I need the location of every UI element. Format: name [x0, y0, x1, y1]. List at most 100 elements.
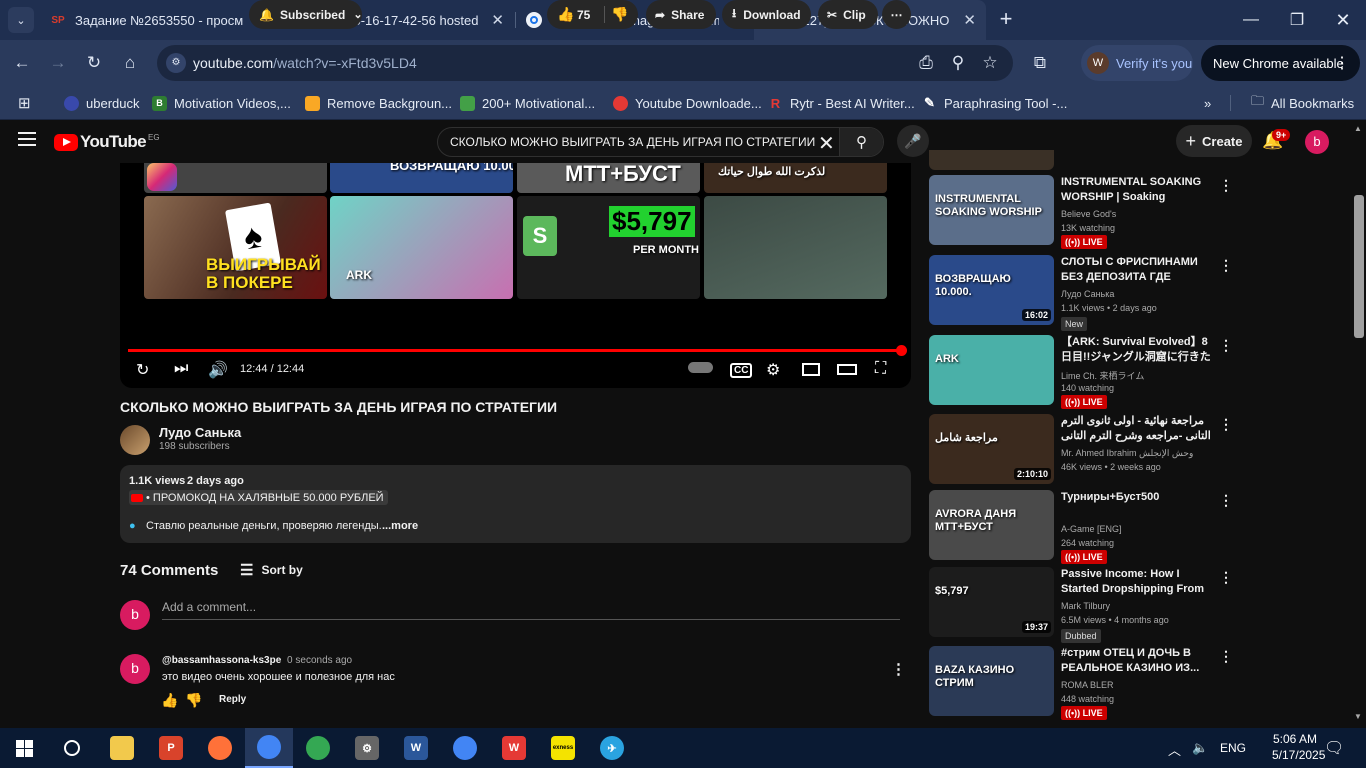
bookmark-youtube-downloader[interactable]: Youtube Downloade... — [613, 92, 762, 114]
endscreen-thumb[interactable]: لذكرت الله طوال حياتك — [704, 163, 887, 193]
channel-name[interactable]: Лудо Санька — [159, 425, 241, 440]
recommended-video[interactable]: INSTRUMENTAL SOAKING WORSHIP INSTRUMENTAL… — [929, 175, 1233, 249]
voice-search-button[interactable]: 🎤 — [897, 125, 929, 157]
more-actions-button[interactable]: ⋯ — [882, 0, 911, 29]
progress-bar[interactable] — [128, 349, 902, 352]
clock[interactable]: 5:06 AM 5/17/2025 — [1272, 732, 1325, 762]
address-bar[interactable]: ⚙ youtube.com/watch?v=-xFtd3v5LD4 — [157, 45, 1013, 81]
video-thumbnail[interactable]: INSTRUMENTAL SOAKING WORSHIP — [929, 175, 1054, 245]
search-box[interactable]: СКОЛЬКО МОЖНО ВЫИГРАТЬ ЗА ДЕНЬ ИГРАЯ ПО … — [437, 127, 884, 157]
theater-mode-icon[interactable] — [837, 364, 857, 375]
more-options-icon[interactable]: ⋮ — [1219, 177, 1233, 194]
taskbar-app-wps-presentation[interactable]: P — [147, 728, 195, 768]
channel-name[interactable]: Mark Tilbury — [1061, 601, 1110, 611]
bookmark-motivational[interactable]: 200+ Motivational... — [460, 92, 595, 114]
tab-search-button[interactable]: ⌄ — [8, 7, 34, 33]
video-thumbnail[interactable]: ВОЗВРАЩАЮ 10.000. 16:02 — [929, 255, 1054, 325]
install-app-icon[interactable]: ⎙ — [913, 50, 939, 76]
video-title[interactable]: Турниры+Буст500 — [1061, 490, 1211, 505]
commenter-avatar[interactable]: b — [120, 654, 150, 684]
download-button[interactable]: ⭳ Download — [722, 0, 811, 29]
apps-grid-icon[interactable]: ⊞ — [18, 92, 31, 114]
channel-name[interactable]: Lime Ch. 来栖ライム — [1061, 369, 1144, 382]
channel-avatar[interactable] — [120, 425, 150, 455]
video-title[interactable]: INSTRUMENTAL SOAKING WORSHIP | Soaking w… — [1061, 175, 1211, 205]
endscreen-thumb[interactable] — [144, 163, 327, 193]
more-options-icon[interactable]: ⋮ — [1219, 569, 1233, 586]
scrollbar-thumb[interactable] — [1354, 195, 1364, 338]
video-thumbnail[interactable]: $5,797 19:37 — [929, 567, 1054, 637]
channel-name[interactable]: A-Game [ENG] — [1061, 524, 1122, 534]
next-icon[interactable]: ⏭ — [174, 360, 188, 378]
endscreen-thumb[interactable]: МТТ+БУСТ — [517, 163, 700, 193]
menu-icon[interactable] — [18, 132, 36, 146]
description-box[interactable]: 1.1K views 2 days ago • ПРОМОКОД НА ХАЛЯ… — [120, 465, 911, 543]
show-more-link[interactable]: ...more — [382, 520, 418, 532]
recommended-video[interactable]: ВОЗВРАЩАЮ 10.000. 16:02 СЛОТЫ С ФРИСПИНАМИ… — [929, 255, 1233, 331]
youtube-logo[interactable]: YouTube EG — [54, 132, 160, 152]
recommended-video[interactable]: $5,797 19:37 Passive Income: How I Started… — [929, 567, 1233, 643]
bookmark-rytr[interactable]: R Rytr - Best AI Writer... — [768, 92, 915, 114]
video-title[interactable]: مراجعة نهائية - اولى ثانوى الترم التانى … — [1061, 414, 1211, 444]
more-options-icon[interactable]: ⋮ — [1219, 257, 1233, 274]
endscreen-thumb[interactable]: ARK — [330, 196, 513, 299]
channel-name[interactable]: ROMA BLER — [1061, 680, 1114, 690]
video-title[interactable]: Passive Income: How I Started Dropshippi… — [1061, 567, 1211, 597]
replay-icon[interactable]: ↻ — [136, 360, 149, 380]
video-title[interactable]: #стрим ОТЕЦ И ДОЧЬ В РЕАЛЬНОЕ КАЗИНО ИЗ.… — [1061, 646, 1211, 676]
taskbar-app-wps-office[interactable]: W — [490, 728, 538, 768]
taskbar-app-telegram[interactable]: ✈ — [588, 728, 636, 768]
clip-button[interactable]: ✂ Clip — [818, 0, 878, 29]
add-comment-input[interactable]: Add a comment... — [162, 600, 256, 614]
search-input[interactable]: СКОЛЬКО МОЖНО ВЫИГРАТЬ ЗА ДЕНЬ ИГРАЯ ПО … — [450, 135, 815, 149]
recommended-video[interactable]: مراجعة شامل 2:10:10 مراجعة نهائية - اولى ث… — [929, 414, 1233, 486]
all-bookmarks-button[interactable]: 🗀 All Bookmarks — [1251, 92, 1354, 114]
captions-icon[interactable]: CC — [730, 363, 753, 378]
more-options-icon[interactable]: ⋮ — [1219, 416, 1233, 433]
notification-center-icon[interactable]: 🗨 — [1324, 738, 1344, 758]
taskbar-app-chrome-2[interactable] — [441, 728, 489, 768]
video-thumbnail[interactable]: AVRORA ДАНЯ МТТ+БУСТ — [929, 490, 1054, 560]
comment-like-icon[interactable]: 👍 — [161, 692, 178, 709]
bookmark-paraphrasing[interactable]: ✎ Paraphrasing Tool -... — [922, 92, 1067, 114]
tab-task[interactable]: SP Задание №2653550 - просмот ✕ — [40, 0, 276, 40]
verify-profile-button[interactable]: W Verify it's you — [1081, 45, 1193, 81]
video-thumbnail[interactable]: BAZA КАЗИНО СТРИМ — [929, 646, 1054, 716]
sort-by-button[interactable]: ☰ Sort by — [240, 561, 303, 579]
volume-icon[interactable]: 🔊 — [208, 360, 228, 380]
bookmark-uberduck[interactable]: uberduck — [64, 92, 139, 114]
close-window-button[interactable]: ✕ — [1320, 0, 1366, 40]
reply-button[interactable]: Reply — [219, 694, 246, 705]
maximize-button[interactable]: ❐ — [1274, 0, 1320, 40]
rec-thumb-partial[interactable] — [929, 150, 1054, 170]
taskbar-app-settings[interactable]: ⚙ — [343, 728, 391, 768]
minimize-button[interactable]: — — [1228, 0, 1274, 40]
taskbar-app-word[interactable]: W — [392, 728, 440, 768]
video-title[interactable]: 【ARK: Survival Evolved】8日目!!ジャングル洞窟に行きたい… — [1061, 335, 1211, 365]
endscreen-thumb[interactable]: ♠ ВЫИГРЫВАЙ В ПОКЕРЕ — [144, 196, 327, 299]
promo-chip[interactable]: • ПРОМОКОД НА ХАЛЯВНЫЕ 50.000 РУБЛЕЙ — [129, 490, 388, 505]
progress-scrubber[interactable] — [896, 345, 907, 356]
account-avatar[interactable]: b — [1305, 130, 1329, 154]
close-tab-icon[interactable]: ✕ — [491, 11, 504, 29]
miniplayer-icon[interactable] — [802, 363, 820, 376]
more-options-icon[interactable]: ⋮ — [1219, 492, 1233, 509]
comment-author[interactable]: @bassamhassona-ks3pe — [162, 655, 281, 666]
back-button[interactable]: ← — [9, 50, 35, 76]
video-thumbnail[interactable]: مراجعة شامل 2:10:10 — [929, 414, 1054, 484]
more-options-icon[interactable]: ⋮ — [1219, 337, 1233, 354]
new-chrome-button[interactable]: New Chrome available ⋮ — [1201, 45, 1360, 81]
video-player[interactable]: ВОЗВРАЩАЮ 10.000.000 МТТ+БУСТ لذكرت الله… — [120, 163, 911, 388]
language-indicator[interactable]: ENG — [1220, 741, 1246, 755]
taskbar-app-file-explorer[interactable] — [98, 728, 146, 768]
endscreen-thumb[interactable]: ВОЗВРАЩАЮ 10.000.000 — [330, 163, 513, 193]
share-button[interactable]: ➦ Share — [646, 0, 716, 29]
chrome-menu-icon[interactable]: ⋮ — [1334, 53, 1350, 73]
dislike-icon[interactable]: 👎 — [611, 6, 628, 23]
comment-menu-icon[interactable]: ⋮ — [891, 660, 906, 678]
scroll-up-icon[interactable]: ▲ — [1354, 124, 1362, 133]
create-button[interactable]: + Create — [1176, 125, 1252, 157]
video-thumbnail[interactable]: ARK — [929, 335, 1054, 405]
site-info-icon[interactable]: ⚙ — [166, 53, 186, 73]
more-bookmarks-icon[interactable]: » — [1204, 92, 1211, 114]
